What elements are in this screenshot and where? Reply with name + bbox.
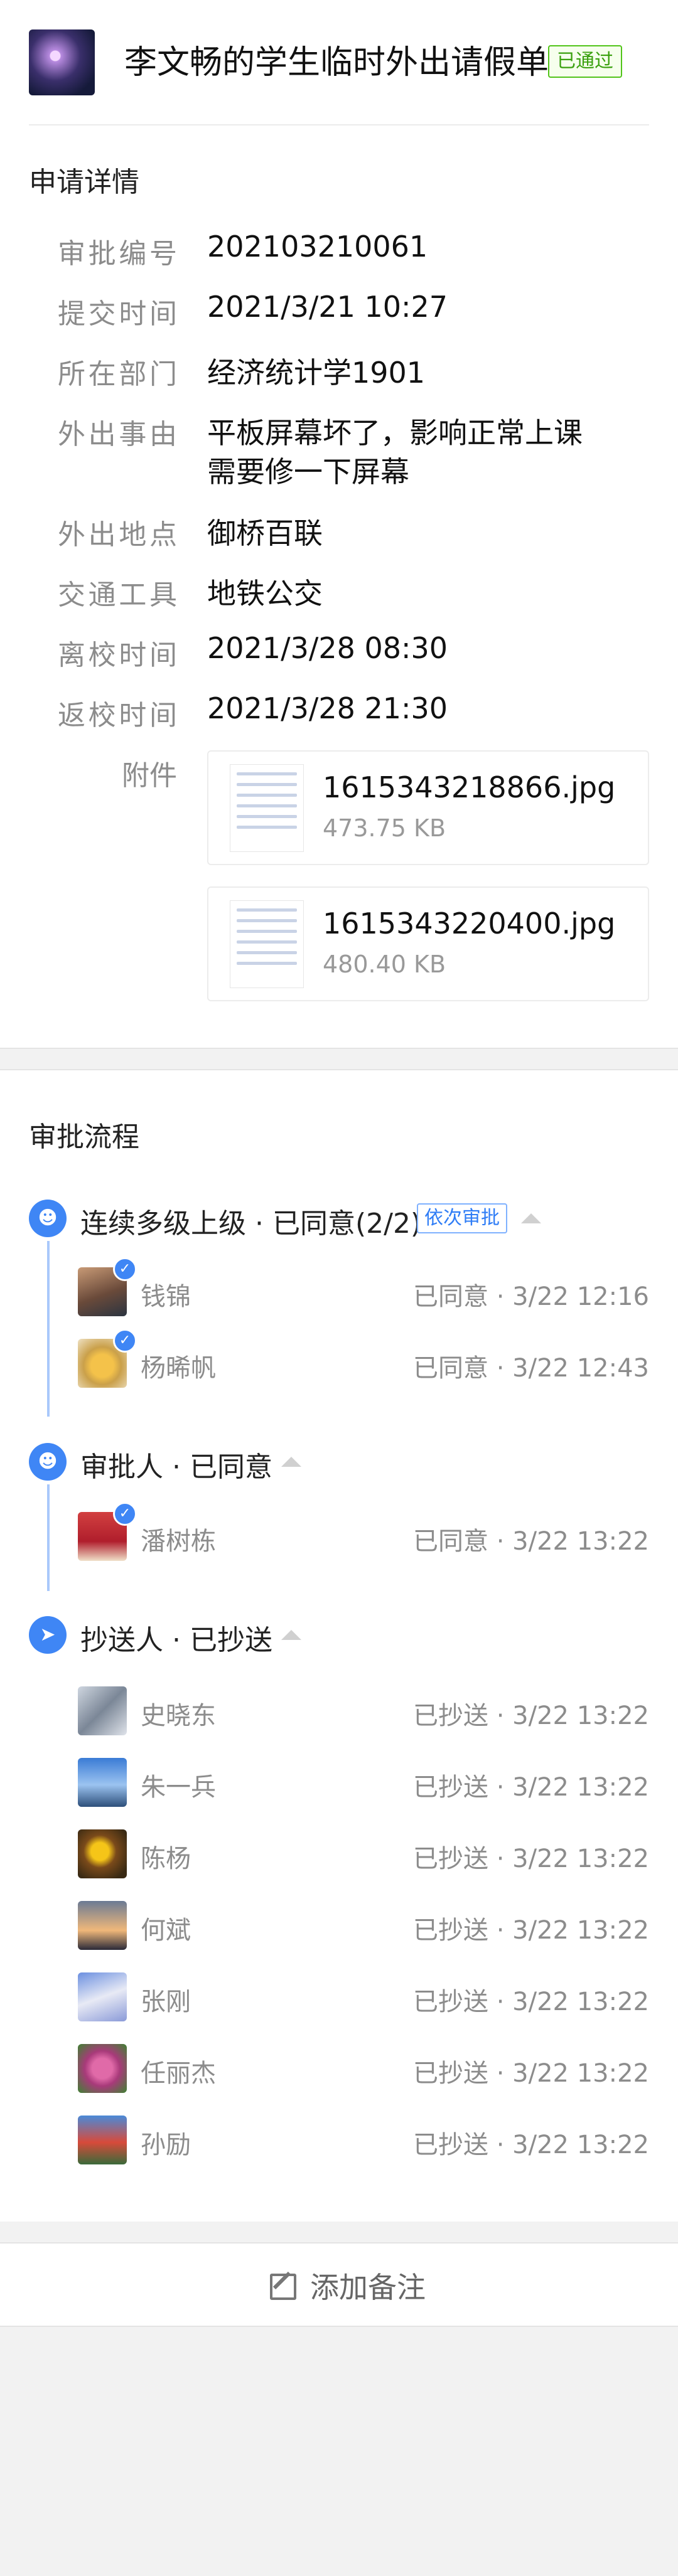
attachment-label: 附件	[122, 760, 177, 792]
cc-row: 陈杨 已抄送 · 3/22 13:22	[0, 1829, 678, 1886]
attachment-thumbnail	[230, 900, 304, 988]
attachment-item[interactable]: 1615343218866.jpg 473.75 KB	[207, 750, 649, 865]
attachment-filename: 1615343218866.jpg	[323, 770, 616, 804]
footer-bar: 添加备注	[0, 2242, 678, 2327]
status-badge: 已通过	[548, 45, 622, 78]
user-icon: ☻	[29, 1443, 67, 1481]
approver-status: 已同意 · 3/22 13:22	[413, 1527, 649, 1556]
attachment-filename: 1615343220400.jpg	[323, 907, 616, 940]
collapse-caret-icon[interactable]	[281, 1457, 301, 1467]
detail-label: 提交时间	[58, 298, 177, 330]
flow-node-title: 审批人 · 已同意	[80, 1451, 272, 1483]
approver-row: ✓ 潘树栋 已同意 · 3/22 13:22	[0, 1502, 678, 1568]
detail-value: 经济统计学1901	[207, 356, 426, 390]
divider	[0, 1048, 678, 1049]
avatar	[78, 1686, 127, 1735]
approval-flow-card: 审批流程 ☻ 连续多级上级 · 已同意(2/2) 依次审批 ✓ 钱锦 已同意 ·…	[0, 1070, 678, 2222]
cc-status: 已抄送 · 3/22 13:22	[413, 1773, 649, 1802]
request-header: 李文畅的学生临时外出请假单 已通过	[0, 0, 678, 125]
cc-name: 何斌	[141, 1916, 191, 1945]
detail-value: 御桥百联	[207, 516, 323, 550]
cc-row: 孙励 已抄送 · 3/22 13:22	[0, 2116, 678, 2172]
avatar	[78, 1758, 127, 1807]
collapse-caret-icon[interactable]	[521, 1213, 541, 1223]
attachment-item[interactable]: 1615343220400.jpg 480.40 KB	[207, 886, 649, 1001]
approver-row: ✓ 杨晞帆 已同意 · 3/22 12:43	[0, 1329, 678, 1395]
detail-value: 平板屏幕坏了，影响正常上课	[207, 416, 583, 450]
details-section-title: 申请详情	[29, 166, 139, 198]
approver-row: ✓ 钱锦 已同意 · 3/22 12:16	[0, 1257, 678, 1324]
approver-status: 已同意 · 3/22 12:16	[413, 1282, 649, 1311]
cc-status: 已抄送 · 3/22 13:22	[413, 2131, 649, 2159]
cc-name: 张刚	[141, 1988, 191, 2016]
send-icon: ➤	[29, 1616, 67, 1654]
cc-name: 史晓东	[141, 1701, 216, 1730]
attachment-filesize: 480.40 KB	[323, 950, 446, 978]
cc-status: 已抄送 · 3/22 13:22	[413, 1916, 649, 1945]
cc-row: 史晓东 已抄送 · 3/22 13:22	[0, 1686, 678, 1743]
detail-value: 2021/3/28 21:30	[207, 691, 448, 725]
avatar	[78, 1901, 127, 1950]
detail-value-continued: 需要修一下屏幕	[207, 455, 409, 489]
avatar	[78, 2044, 127, 2093]
detail-label: 审批编号	[58, 238, 177, 270]
check-icon: ✓	[113, 1257, 137, 1281]
detail-label: 外出事由	[58, 418, 177, 450]
cc-name: 陈杨	[141, 1844, 191, 1873]
cc-name: 任丽杰	[141, 2059, 216, 2088]
add-note-label: 添加备注	[310, 2270, 426, 2304]
cc-row: 张刚 已抄送 · 3/22 13:22	[0, 1972, 678, 2029]
detail-label: 离校时间	[58, 639, 177, 671]
detail-value: 202103210061	[207, 230, 428, 263]
avatar	[78, 2116, 127, 2164]
cc-row: 任丽杰 已抄送 · 3/22 13:22	[0, 2044, 678, 2100]
sequential-approval-tag: 依次审批	[417, 1203, 507, 1233]
avatar	[78, 1829, 127, 1878]
cc-status: 已抄送 · 3/22 13:22	[413, 1988, 649, 2016]
edit-icon	[270, 2274, 296, 2300]
check-icon: ✓	[113, 1502, 137, 1526]
cc-status: 已抄送 · 3/22 13:22	[413, 2059, 649, 2088]
detail-value: 2021/3/21 10:27	[207, 290, 448, 324]
approver-name: 杨晞帆	[141, 1354, 216, 1383]
cc-row: 何斌 已抄送 · 3/22 13:22	[0, 1901, 678, 1957]
flow-node-title: 抄送人 · 已抄送	[80, 1624, 272, 1656]
cc-name: 朱一兵	[141, 1773, 216, 1802]
flow-section-title: 审批流程	[29, 1121, 139, 1153]
request-title: 李文畅的学生临时外出请假单	[124, 44, 549, 82]
detail-label: 所在部门	[58, 358, 177, 390]
cc-status: 已抄送 · 3/22 13:22	[413, 1701, 649, 1730]
request-card: 李文畅的学生临时外出请假单 已通过 申请详情 审批编号 202103210061…	[0, 0, 678, 1048]
attachment-filesize: 473.75 KB	[323, 814, 446, 842]
detail-label: 返校时间	[58, 700, 177, 732]
add-note-button[interactable]: 添加备注	[270, 2265, 426, 2306]
collapse-caret-icon[interactable]	[281, 1630, 301, 1640]
detail-label: 外出地点	[58, 519, 177, 551]
cc-name: 孙励	[141, 2131, 191, 2159]
attachment-thumbnail	[230, 764, 304, 852]
cc-row: 朱一兵 已抄送 · 3/22 13:22	[0, 1758, 678, 1814]
approver-name: 钱锦	[141, 1282, 191, 1311]
flow-node-title: 连续多级上级 · 已同意(2/2)	[80, 1208, 422, 1240]
detail-value: 2021/3/28 08:30	[207, 631, 448, 665]
user-icon: ☻	[29, 1200, 67, 1237]
approver-name: 潘树栋	[141, 1527, 216, 1556]
approver-status: 已同意 · 3/22 12:43	[413, 1354, 649, 1383]
cc-status: 已抄送 · 3/22 13:22	[413, 1844, 649, 1873]
detail-value: 地铁公交	[207, 577, 323, 610]
divider	[29, 124, 649, 125]
detail-label: 交通工具	[58, 579, 177, 611]
check-icon: ✓	[113, 1329, 137, 1353]
applicant-avatar[interactable]	[29, 29, 95, 95]
avatar	[78, 1972, 127, 2021]
